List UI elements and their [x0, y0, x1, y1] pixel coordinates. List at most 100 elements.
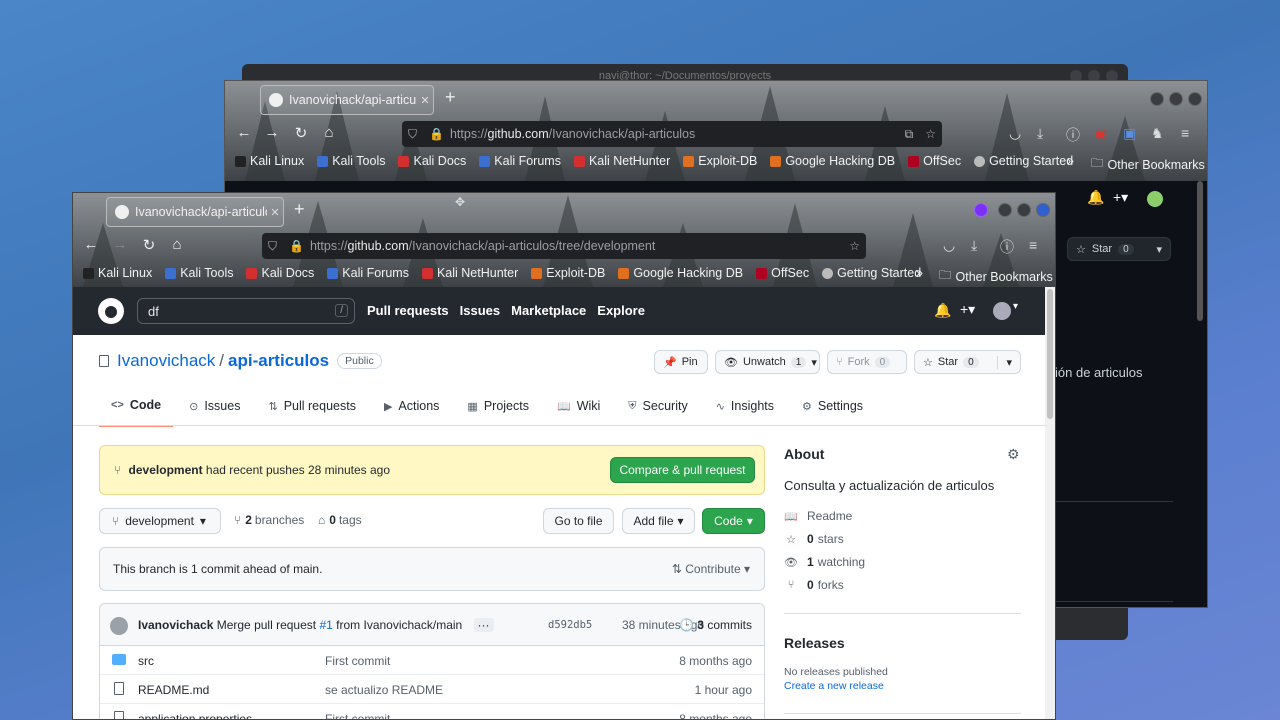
tags-link[interactable]: ⌂ 0 tags: [318, 513, 362, 527]
github-logo-icon[interactable]: [98, 298, 124, 324]
stars-link[interactable]: ☆ 0 stars: [784, 532, 844, 546]
branch-link[interactable]: development: [129, 463, 203, 477]
commit-message-tail[interactable]: from Ivanovichack/main: [336, 618, 462, 632]
bookmarks-overflow-icon[interactable]: »: [916, 266, 923, 280]
forward-icon[interactable]: →: [110, 236, 130, 253]
info-icon[interactable]: ⓘ: [1000, 237, 1014, 257]
avatar[interactable]: [1147, 191, 1163, 207]
file-name-link[interactable]: application.properties: [138, 712, 252, 719]
tab-wiki[interactable]: 📖 Wiki: [545, 393, 612, 427]
tab-settings[interactable]: ⚙ Settings: [790, 393, 875, 427]
releases-heading[interactable]: Releases: [784, 635, 845, 651]
commit-sha-link[interactable]: d592db5: [548, 619, 592, 631]
window-maximize-button[interactable]: [1017, 203, 1031, 217]
avatar[interactable]: [993, 302, 1011, 320]
repo-owner-link[interactable]: Ivanovichack: [117, 351, 215, 371]
window-minimize-button[interactable]: [998, 203, 1012, 217]
pr-link[interactable]: #1: [319, 618, 332, 632]
extension-2-icon[interactable]: ♞: [1151, 125, 1164, 142]
home-icon[interactable]: ⌂: [319, 124, 339, 141]
go-to-file-button[interactable]: Go to file: [543, 508, 614, 534]
back-icon[interactable]: ←: [234, 124, 254, 141]
window-close-button[interactable]: [1188, 92, 1202, 106]
close-tab-icon[interactable]: ✕: [267, 206, 283, 219]
download-icon[interactable]: ⤓: [971, 237, 977, 254]
browser-tab-active[interactable]: Ivanovichack/api-articulos ✕: [106, 197, 284, 227]
code-button[interactable]: Code ▾: [702, 508, 765, 534]
watching-link[interactable]: 👁 1 watching: [784, 555, 865, 569]
bookmark-offsec[interactable]: OffSec: [756, 266, 809, 280]
forward-icon[interactable]: →: [262, 124, 282, 141]
chevron-down-icon[interactable]: ▾: [997, 355, 1012, 369]
gear-icon[interactable]: ⚙: [1007, 446, 1020, 463]
star-button-dark[interactable]: ☆ Star 0 ▾: [1067, 237, 1171, 261]
file-name-link[interactable]: src: [138, 654, 154, 668]
bookmark-kali-forums[interactable]: Kali Forums: [327, 266, 409, 280]
forks-link[interactable]: ⑂ 0 forks: [784, 578, 844, 592]
commit-author-avatar[interactable]: [110, 617, 128, 635]
page-scrollbar[interactable]: [1045, 287, 1055, 719]
branch-select[interactable]: ⑂ development ▾: [99, 508, 221, 534]
bookmark-kali-linux[interactable]: Kali Linux: [83, 266, 152, 280]
commit-message[interactable]: Merge pull request: [217, 618, 316, 632]
scrollbar[interactable]: [1197, 181, 1203, 321]
bookmark-kali-nethunter[interactable]: Kali NetHunter: [421, 266, 518, 280]
tab-actions[interactable]: ▶ Actions: [372, 393, 451, 427]
branches-link[interactable]: ⑂ 2 branches: [234, 513, 304, 527]
home-icon[interactable]: ⌂: [167, 236, 187, 253]
create-new-icon[interactable]: +▾: [960, 301, 975, 318]
unwatch-button[interactable]: 👁 Unwatch 1 ▾: [715, 350, 820, 374]
bookmark-getting-started[interactable]: Getting Started: [822, 266, 921, 280]
pocket-icon[interactable]: ◡: [943, 237, 955, 254]
reload-icon[interactable]: ↻: [139, 236, 159, 254]
nav-issues[interactable]: Issues: [460, 303, 500, 318]
bookmark-google-hacking-db[interactable]: Google Hacking DB: [770, 154, 895, 168]
bookmarks-overflow-icon[interactable]: »: [1067, 154, 1074, 168]
readme-link[interactable]: 📖 Readme: [784, 509, 852, 523]
file-commit-message[interactable]: First commit: [325, 712, 390, 719]
close-tab-icon[interactable]: ✕: [417, 94, 433, 107]
browser-tab-active[interactable]: Ivanovichack/api-articulos ✕: [260, 85, 434, 115]
bookmark-kali-tools[interactable]: Kali Tools: [165, 266, 233, 280]
reload-icon[interactable]: ↻: [291, 124, 311, 142]
tab-code[interactable]: <> Code: [99, 393, 174, 427]
bookmark-kali-forums[interactable]: Kali Forums: [479, 154, 561, 168]
download-icon[interactable]: ⤓: [1037, 125, 1043, 142]
bookmark-kali-docs[interactable]: Kali Docs: [398, 154, 466, 168]
bookmark-kali-nethunter[interactable]: Kali NetHunter: [573, 154, 670, 168]
commits-history-link[interactable]: 🕒 3 commits: [679, 618, 752, 632]
window-maximize-button[interactable]: [1169, 92, 1183, 106]
search-input[interactable]: df /: [137, 298, 355, 324]
chevron-down-icon[interactable]: ▾: [1013, 301, 1018, 312]
pin-button[interactable]: 📌 Pin: [654, 350, 708, 374]
tab-projects[interactable]: ▦ Projects: [455, 393, 541, 427]
bookmark-offsec[interactable]: OffSec: [908, 154, 961, 168]
bookmark-kali-linux[interactable]: Kali Linux: [235, 154, 304, 168]
nav-explore[interactable]: Explore: [597, 303, 645, 318]
file-commit-message[interactable]: se actualizo README: [325, 683, 443, 697]
new-tab-button[interactable]: +: [294, 199, 305, 220]
other-bookmarks[interactable]: 🗀 Other Bookmarks: [1091, 154, 1205, 175]
file-commit-message[interactable]: First commit: [325, 654, 390, 668]
bookmark-star-icon[interactable]: ☆: [849, 239, 860, 253]
menu-icon[interactable]: ≡: [1181, 125, 1189, 141]
url-bar[interactable]: ⛉ 🔒 https://github.com/Ivanovichack/api-…: [402, 121, 942, 147]
bookmark-exploit-db[interactable]: Exploit-DB: [683, 154, 757, 168]
nav-marketplace[interactable]: Marketplace: [511, 303, 586, 318]
bookmark-kali-docs[interactable]: Kali Docs: [246, 266, 314, 280]
notification-bell-icon[interactable]: 🔔: [934, 302, 951, 319]
menu-icon[interactable]: ≡: [1029, 237, 1037, 253]
bookmark-kali-tools[interactable]: Kali Tools: [317, 154, 385, 168]
create-new-icon[interactable]: +▾: [1113, 189, 1128, 206]
translate-extension-icon[interactable]: ▣: [1123, 125, 1136, 142]
new-tab-button[interactable]: +: [445, 87, 456, 108]
notification-bell-icon[interactable]: 🔔: [1087, 189, 1104, 206]
contribute-button[interactable]: ⇅ Contribute ▾: [672, 562, 750, 576]
fork-button[interactable]: ⑂ Fork 0: [827, 350, 907, 374]
bookmark-google-hacking-db[interactable]: Google Hacking DB: [618, 266, 743, 280]
repo-name-link[interactable]: api-articulos: [228, 351, 329, 371]
window-minimize-button[interactable]: [1150, 92, 1164, 106]
create-release-link[interactable]: Create a new release: [784, 680, 884, 692]
expand-commit-button[interactable]: ···: [473, 618, 494, 632]
back-icon[interactable]: ←: [81, 236, 101, 253]
